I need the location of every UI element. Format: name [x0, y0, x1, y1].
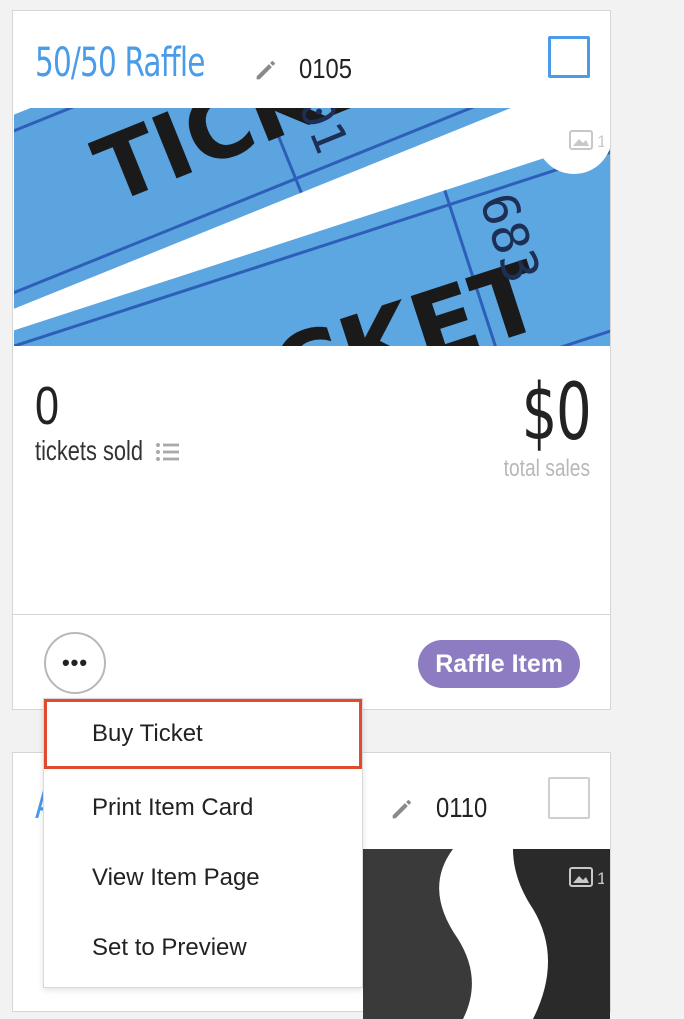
pencil-icon[interactable] — [388, 795, 416, 823]
item-type-badge: Raffle Item — [418, 640, 580, 688]
pencil-icon[interactable] — [252, 56, 280, 84]
item-number: 0105 — [299, 53, 352, 84]
total-sales-label: total sales — [503, 455, 590, 482]
raffle-item-card: 50/50 Raffle 0105 TICKET 401 TICKET 683 — [12, 10, 611, 710]
item-image: TICKET 401 TICKET 683 1 — [14, 108, 610, 346]
svg-text:1: 1 — [597, 132, 604, 151]
tickets-sold-label: tickets sold — [35, 435, 144, 466]
item-number: 0110 — [436, 792, 488, 823]
menu-item-buy-ticket[interactable]: Buy Ticket — [44, 699, 362, 769]
image-icon: 1 — [569, 130, 604, 151]
select-checkbox[interactable] — [548, 777, 590, 819]
svg-text:1: 1 — [597, 869, 604, 888]
menu-item-set-to-preview[interactable]: Set to Preview — [44, 913, 362, 983]
tickets-sold-count: 0 — [35, 376, 60, 436]
list-icon[interactable] — [155, 441, 181, 463]
total-sales-value: $0 — [521, 368, 591, 458]
menu-item-view-item-page[interactable]: View Item Page — [44, 843, 362, 913]
item-title[interactable]: 50/50 Raffle — [35, 39, 205, 87]
menu-item-print-item-card[interactable]: Print Item Card — [44, 773, 362, 843]
card-divider — [13, 614, 610, 615]
select-checkbox[interactable] — [548, 36, 590, 78]
item-image: 1 — [363, 849, 610, 1019]
image-icon: 1 — [569, 867, 604, 888]
more-options-menu: Buy Ticket Print Item Card View Item Pag… — [43, 698, 363, 988]
more-options-button[interactable]: ••• — [44, 632, 106, 694]
